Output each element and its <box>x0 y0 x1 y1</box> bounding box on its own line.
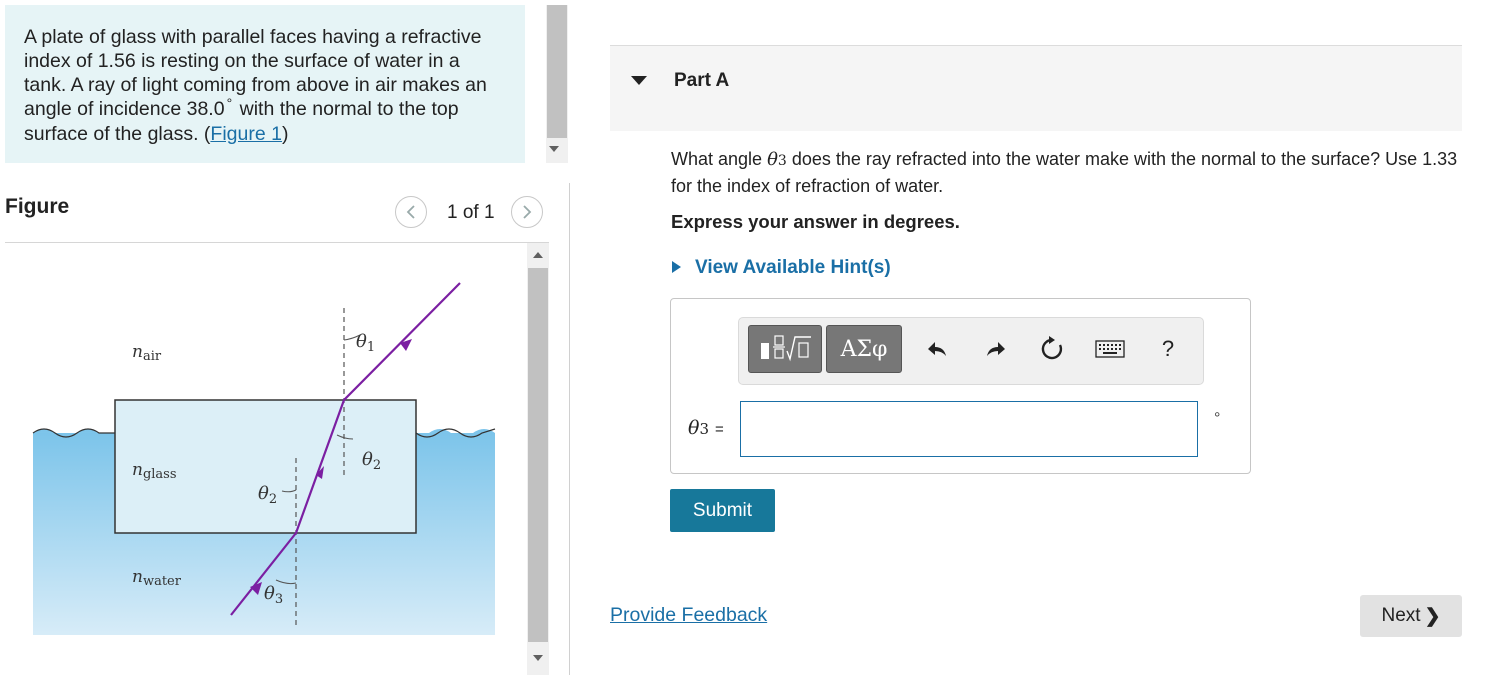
part-title: Part A <box>674 70 730 91</box>
question-theta-sub: 3 <box>777 153 787 169</box>
answer-var-sub: 3 <box>699 420 709 438</box>
question-suffix: does the ray refracted into the water ma… <box>671 149 1458 196</box>
view-hints-link[interactable]: View Available Hint(s) <box>695 257 891 279</box>
caret-down-icon[interactable] <box>631 76 647 85</box>
problem-scrollbar-thumb[interactable] <box>547 5 567 138</box>
templates-button[interactable] <box>748 325 822 373</box>
scroll-up-arrow-icon[interactable] <box>533 252 543 258</box>
question-prefix: What angle <box>671 149 768 169</box>
figure-scrollbar-thumb[interactable] <box>528 268 548 642</box>
figure-link[interactable]: Figure 1 <box>210 123 282 145</box>
problem-text: A plate of glass with parallel faces hav… <box>24 25 504 146</box>
reset-button[interactable] <box>1036 333 1068 365</box>
problem-statement: A plate of glass with parallel faces hav… <box>5 5 525 163</box>
help-button[interactable]: ? <box>1152 333 1184 365</box>
provide-feedback-link[interactable]: Provide Feedback <box>610 604 767 627</box>
next-label: Next <box>1381 605 1421 626</box>
redo-icon <box>987 342 1005 356</box>
undo-icon <box>928 342 946 356</box>
templates-icon <box>761 335 811 362</box>
keyboard-icon <box>1095 340 1125 358</box>
refraction-figure: nair nglass nwater θ1 θ2 θ2 θ3 <box>32 282 496 635</box>
answer-input[interactable] <box>740 401 1198 457</box>
question-theta: θ3 <box>767 149 787 170</box>
greek-button[interactable]: ΑΣφ <box>826 325 902 373</box>
figure-next-button[interactable] <box>511 196 543 228</box>
answer-equals: = <box>715 421 724 438</box>
n-air-label: nair <box>132 342 162 364</box>
figure-heading: Figure <box>5 195 70 218</box>
chevron-right-icon: ❯ <box>1424 605 1441 627</box>
theta1-label: θ1 <box>356 331 375 355</box>
chevron-left-icon <box>406 205 415 219</box>
chevron-right-icon <box>523 205 532 219</box>
reset-icon <box>1041 336 1063 360</box>
keyboard-button[interactable] <box>1094 333 1126 365</box>
scroll-down-arrow-icon[interactable] <box>533 655 543 661</box>
caret-right-icon[interactable] <box>672 261 681 273</box>
panel-divider <box>569 183 570 675</box>
answer-instruction: Express your answer in degrees. <box>671 211 960 232</box>
degree-symbol: ° <box>226 95 233 111</box>
answer-variable-label: θ3 = <box>688 417 724 439</box>
problem-text-closing: ) <box>281 123 289 145</box>
figure-counter: 1 of 1 <box>447 202 495 223</box>
answer-var: θ <box>688 417 700 439</box>
redo-button[interactable] <box>979 333 1011 365</box>
part-header[interactable] <box>610 45 1462 131</box>
undo-button[interactable] <box>922 333 954 365</box>
unit-label: ° <box>1214 410 1221 427</box>
next-button[interactable]: Next ❯ <box>1360 595 1462 637</box>
question-text: What angle θ3 does the ray refracted int… <box>671 147 1461 199</box>
question-theta-symbol: θ <box>767 149 778 170</box>
scroll-down-arrow-icon[interactable] <box>549 146 559 152</box>
submit-button[interactable]: Submit <box>670 489 775 532</box>
figure-prev-button[interactable] <box>395 196 427 228</box>
